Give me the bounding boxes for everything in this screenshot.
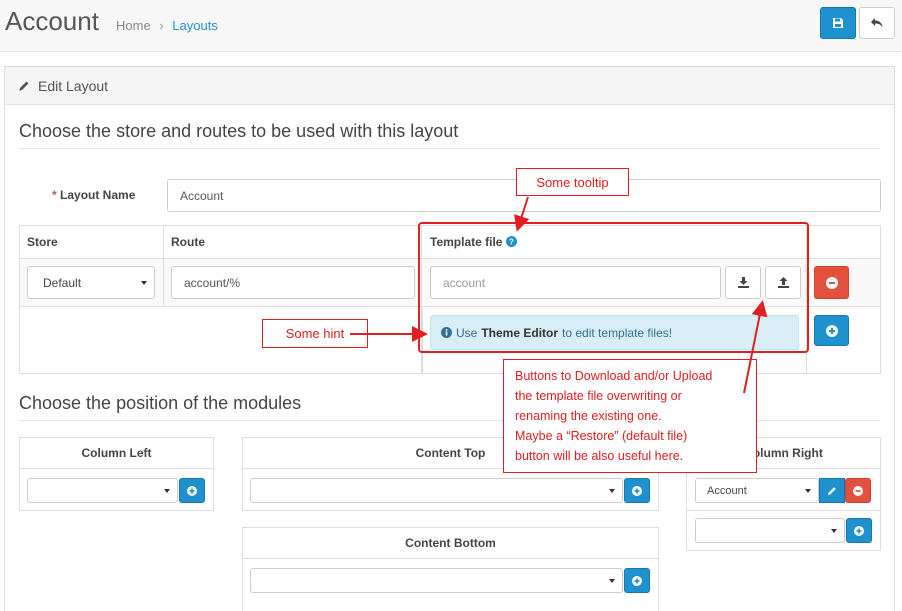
content-top-add-button[interactable]	[624, 478, 650, 503]
column-right-add-button[interactable]	[846, 518, 872, 543]
chevron-down-icon	[164, 488, 170, 493]
minus-circle-icon	[825, 276, 838, 289]
chevron-down-icon	[609, 578, 615, 583]
breadcrumb-home[interactable]: Home	[116, 18, 151, 33]
legend-routes: Choose the store and routes to be used w…	[19, 121, 459, 141]
column-right-edit-button[interactable]	[819, 478, 845, 503]
plus-circle-icon	[632, 575, 642, 586]
chevron-down-icon	[805, 488, 811, 493]
legend-divider	[19, 148, 881, 149]
route-input[interactable]: account/%	[171, 266, 415, 299]
pencil-icon	[828, 486, 836, 495]
column-header-route: Route	[171, 235, 205, 249]
annotation-hint: Some hint	[262, 319, 368, 348]
plus-circle-icon	[187, 485, 197, 496]
column-left-title: Column Left	[20, 438, 213, 469]
remove-route-button[interactable]	[814, 266, 849, 299]
column-left-add-button[interactable]	[179, 478, 205, 503]
column-right-select-account[interactable]: Account	[695, 478, 819, 503]
column-right-remove-button[interactable]	[845, 478, 871, 503]
chevron-down-icon	[609, 488, 615, 493]
content-bottom-select[interactable]	[250, 568, 623, 593]
column-right-select[interactable]	[695, 518, 845, 543]
add-route-button[interactable]	[814, 315, 849, 346]
panel-heading-title: Edit Layout	[38, 77, 109, 94]
save-button[interactable]	[820, 7, 856, 39]
column-left-select[interactable]	[27, 478, 178, 503]
back-button[interactable]	[859, 7, 895, 39]
panel-heading: Edit Layout	[5, 67, 894, 105]
page-header: Account Home › Layouts	[0, 0, 902, 52]
plus-circle-icon	[825, 324, 838, 337]
chevron-down-icon	[831, 528, 837, 533]
annotation-highlight-template	[418, 222, 809, 353]
page-title: Account	[5, 6, 99, 36]
content-bottom-add-button[interactable]	[624, 568, 650, 593]
breadcrumb-separator: ›	[159, 18, 164, 33]
column-header-store: Store	[27, 235, 58, 249]
legend-modules: Choose the position of the modules	[19, 393, 302, 413]
breadcrumb: Home › Layouts	[116, 18, 218, 33]
minus-circle-icon	[853, 485, 863, 496]
layout-name-label: * Layout Name	[52, 188, 136, 202]
column-right-divider	[687, 510, 880, 511]
store-select[interactable]: Default	[27, 266, 155, 299]
content-bottom-title: Content Bottom	[243, 528, 658, 559]
chevron-down-icon	[141, 280, 147, 285]
breadcrumb-layouts[interactable]: Layouts	[172, 18, 218, 33]
table-header-action-cell	[806, 225, 881, 259]
annotation-tooltip: Some tooltip	[516, 168, 629, 196]
plus-circle-icon	[854, 525, 864, 536]
required-mark: *	[52, 188, 57, 202]
pencil-icon	[19, 81, 29, 91]
plus-circle-icon	[632, 485, 642, 496]
content-top-select[interactable]	[250, 478, 623, 503]
reply-icon	[871, 18, 883, 28]
save-icon	[833, 18, 843, 28]
annotation-buttons-note: Buttons to Download and/or Upload the te…	[503, 359, 757, 473]
